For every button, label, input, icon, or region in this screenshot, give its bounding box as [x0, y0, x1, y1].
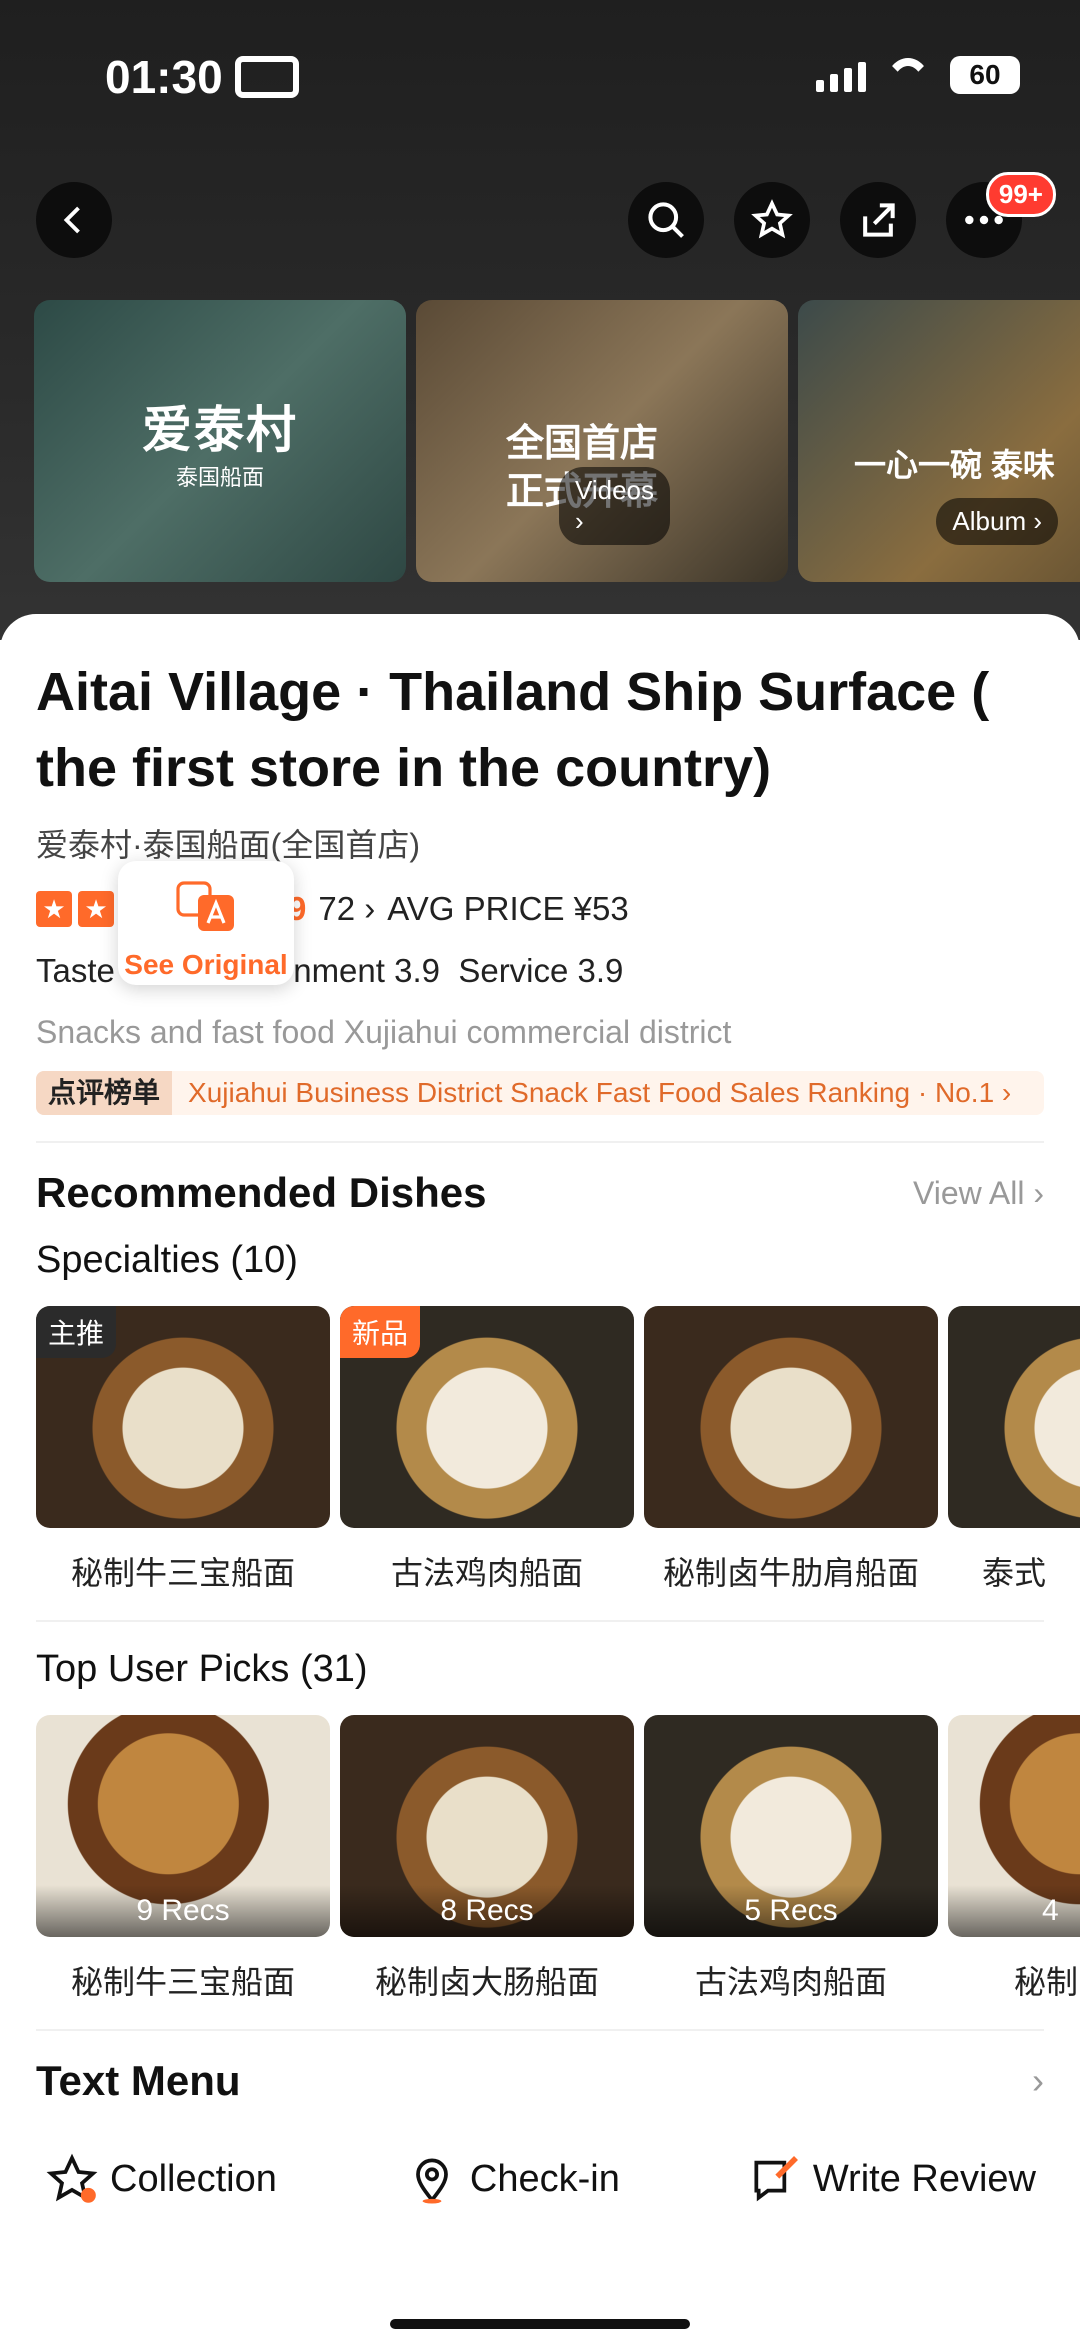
star-rating: ★ ★: [36, 891, 114, 927]
divider: [36, 1620, 1044, 1622]
gallery-logo-text: 爱泰村: [142, 402, 298, 458]
write-review-label: Write Review: [812, 2157, 1036, 2200]
rec-count: 9 Recs: [36, 1885, 330, 1937]
service-score: Service 3.9: [458, 952, 624, 989]
videos-button[interactable]: Videos ›: [558, 467, 670, 545]
dish-card[interactable]: 5 Recs 古法鸡肉船面: [644, 1715, 938, 2003]
collection-label: Collection: [110, 2157, 277, 2200]
search-icon: [648, 202, 684, 238]
wifi-icon: [884, 58, 932, 92]
dish-card[interactable]: 4 秘制: [948, 1715, 1080, 2003]
star-add-icon: [46, 2153, 98, 2203]
recommended-title: Recommended Dishes: [36, 1169, 487, 1216]
taste-score: Taste: [36, 952, 115, 989]
back-button[interactable]: [36, 182, 112, 258]
dish-name: 古法鸡肉船面: [694, 1964, 887, 2000]
ranking-text: Xujiahui Business District Snack Fast Fo…: [188, 1077, 1012, 1108]
review-count[interactable]: 72 ›: [318, 890, 375, 928]
specialties-list: 主推 秘制牛三宝船面 新品 古法鸡肉船面 秘制卤牛肋肩船面 泰式: [36, 1306, 1080, 1594]
location-pin-icon: [416, 2158, 448, 2204]
battery-indicator: 60: [950, 56, 1020, 94]
search-button[interactable]: [628, 182, 704, 258]
dish-card[interactable]: 新品 古法鸡肉船面: [340, 1306, 634, 1594]
chevron-right-icon: ›: [1032, 2060, 1044, 2101]
gallery-logo-subtext: 泰国船面: [175, 465, 264, 490]
dish-card[interactable]: 9 Recs 秘制牛三宝船面: [36, 1715, 330, 2003]
text-menu-title: Text Menu: [36, 2057, 241, 2104]
top-picks-title: Top User Picks (31): [36, 1648, 368, 1690]
specialties-title: Specialties (10): [36, 1239, 298, 1281]
dish-card[interactable]: 8 Recs 秘制卤大肠船面: [340, 1715, 634, 2003]
signal-icon: [816, 58, 866, 92]
dish-card[interactable]: 主推 秘制牛三宝船面: [36, 1306, 330, 1594]
star-icon: ★: [36, 891, 72, 927]
rec-count: 8 Recs: [340, 1885, 634, 1937]
star-icon: ★: [78, 891, 114, 927]
dish-photo: [644, 1306, 938, 1528]
collection-button[interactable]: Collection: [44, 2151, 277, 2207]
dish-card[interactable]: 秘制卤牛肋肩船面: [644, 1306, 938, 1594]
notification-badge: 99+: [985, 172, 1056, 217]
dish-name: 泰式: [982, 1555, 1047, 1591]
chevron-left-icon: [63, 206, 80, 234]
favorite-button[interactable]: [734, 182, 810, 258]
text-menu-row[interactable]: Text Menu ›: [36, 2057, 1044, 2105]
avg-price: AVG PRICE ¥53: [387, 890, 629, 927]
checkin-label: Check-in: [469, 2157, 620, 2200]
view-all-link[interactable]: View All ›: [913, 1175, 1044, 1212]
sleep-focus-icon: [235, 56, 299, 98]
write-review-button[interactable]: Write Review: [747, 2151, 1036, 2207]
rec-count: 5 Recs: [644, 1885, 938, 1937]
dish-photo: 9 Recs: [36, 1715, 330, 1937]
share-button[interactable]: [840, 182, 916, 258]
home-indicator: [390, 2319, 690, 2329]
category-line: Snacks and fast food Xujiahui commercial…: [36, 1014, 732, 1050]
divider: [36, 1141, 1044, 1143]
edit-review-icon: [754, 2156, 798, 2202]
rec-count: 4: [948, 1885, 1080, 1937]
dish-name: 秘制卤牛肋肩船面: [662, 1555, 919, 1591]
top-navigation: 99+: [36, 172, 1056, 260]
top-picks-list: 9 Recs 秘制牛三宝船面 8 Recs 秘制卤大肠船面 5 Recs 古法鸡…: [36, 1715, 1080, 2003]
ranking-banner[interactable]: 点评榜单 Xujiahui Business District Snack Fa…: [36, 1071, 1044, 1115]
environment-score: nment 3.9: [293, 952, 440, 989]
dish-photo: 新品: [340, 1306, 634, 1528]
status-bar: 01:30 60: [105, 50, 1020, 110]
dish-tag: 主推: [36, 1306, 117, 1358]
dish-photo: 5 Recs: [644, 1715, 938, 1937]
divider: [36, 2029, 1044, 2031]
original-name: 爱泰村·泰国船面(全国首店): [36, 827, 420, 863]
dish-photo: 8 Recs: [340, 1715, 634, 1937]
dish-name: 古法鸡肉船面: [390, 1555, 583, 1591]
see-original-label: See Original: [124, 949, 288, 980]
album-button[interactable]: Album ›: [936, 498, 1058, 545]
dish-card[interactable]: 泰式: [948, 1306, 1080, 1594]
restaurant-title: Aitai Village · Thailand Ship Surface ( …: [36, 662, 990, 798]
action-bar: Collection Check-in Write Review: [36, 2151, 1044, 2207]
see-original-button[interactable]: See Original: [118, 861, 294, 985]
translate-icon: [118, 879, 294, 945]
dish-photo: 4: [948, 1715, 1080, 1937]
dish-name: 秘制牛三宝船面: [70, 1555, 295, 1591]
gallery-caption: 一心一碗 泰味: [854, 447, 1055, 483]
dish-name: 秘制: [1014, 1964, 1079, 2000]
gallery-photo[interactable]: 爱泰村 泰国船面: [34, 300, 406, 582]
dish-name: 秘制牛三宝船面: [70, 1964, 295, 2000]
checkin-button[interactable]: Check-in: [404, 2151, 620, 2207]
dish-photo: 主推: [36, 1306, 330, 1528]
ranking-tag: 点评榜单: [36, 1071, 173, 1115]
dish-tag: 新品: [340, 1306, 421, 1358]
star-icon: [751, 199, 793, 239]
share-icon: [863, 203, 895, 237]
status-time: 01:30: [105, 51, 223, 103]
dish-name: 秘制卤大肠船面: [374, 1964, 599, 2000]
dish-photo: [948, 1306, 1080, 1528]
